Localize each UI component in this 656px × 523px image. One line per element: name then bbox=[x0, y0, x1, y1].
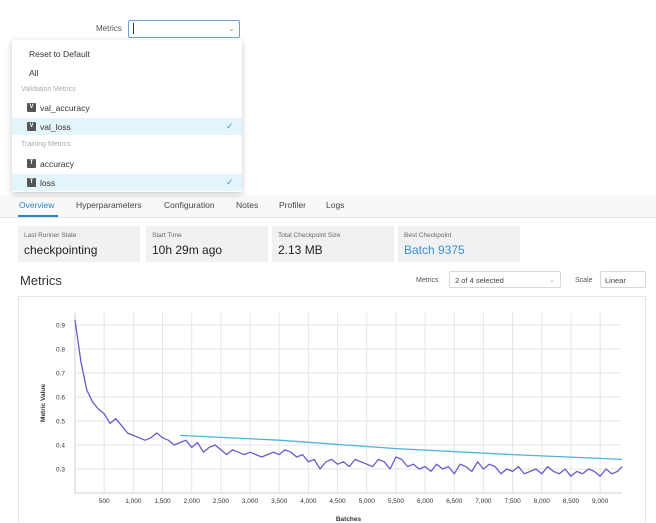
x-tick-label: 1,500 bbox=[154, 498, 171, 505]
y-tick-label: 0.5 bbox=[56, 419, 65, 426]
y-tick-label: 0.6 bbox=[56, 395, 65, 402]
card-best-checkpoint: Best Checkpoint Batch 9375 bbox=[398, 226, 520, 262]
y-tick-label: 0.9 bbox=[56, 323, 65, 330]
metrics-dropdown-menu: Reset to Default All Validation Metrics … bbox=[12, 40, 242, 192]
check-icon: ✓ bbox=[226, 177, 234, 187]
metric-name: val_accuracy bbox=[40, 103, 90, 113]
x-tick-label: 6,000 bbox=[417, 498, 434, 505]
x-tick-label: 9,000 bbox=[592, 498, 609, 505]
metric-option-val-accuracy[interactable]: V val_accuracy bbox=[12, 99, 242, 116]
x-tick-label: 6,500 bbox=[446, 498, 463, 505]
card-value: checkpointing bbox=[24, 243, 98, 257]
x-tick-label: 5,500 bbox=[388, 498, 405, 505]
training-badge-icon: T bbox=[27, 178, 36, 187]
metric-option-val-loss[interactable]: V val_loss ✓ bbox=[12, 118, 242, 135]
x-tick-label: 5,000 bbox=[359, 498, 376, 505]
y-tick-label: 0.4 bbox=[56, 443, 65, 450]
tab-logs[interactable]: Logs bbox=[326, 200, 344, 210]
all-option[interactable]: All bbox=[12, 64, 242, 82]
chart-panel: 500 1,000 1,500 2,000 2,500 3,000 3,500 4,000 4,… bbox=[18, 296, 646, 523]
metric-option-accuracy[interactable]: T accuracy bbox=[12, 155, 242, 172]
x-tick-label: 8,500 bbox=[563, 498, 580, 505]
x-tick-label: 2,000 bbox=[184, 498, 201, 505]
y-axis-title: Metric Value bbox=[40, 384, 47, 422]
active-tab-indicator bbox=[18, 215, 58, 217]
card-last-runner-state: Last Runner State checkpointing bbox=[18, 226, 140, 262]
tab-profiler[interactable]: Profiler bbox=[279, 200, 306, 210]
scale-select-label: Scale bbox=[575, 277, 593, 284]
x-tick-label: 7,500 bbox=[504, 498, 521, 505]
x-tick-label: 7,000 bbox=[475, 498, 492, 505]
group-header-training: Training Metrics bbox=[21, 141, 71, 148]
x-tick-label: 3,000 bbox=[242, 498, 259, 505]
y-tick-label: 0.3 bbox=[56, 467, 65, 474]
metric-name: accuracy bbox=[40, 159, 75, 169]
card-value: 10h 29m ago bbox=[152, 243, 223, 257]
dropdown-metrics-label: Metrics bbox=[96, 24, 122, 33]
metric-name: val_loss bbox=[40, 122, 71, 132]
card-label: Start Time bbox=[152, 232, 182, 239]
x-tick-label: 500 bbox=[99, 498, 110, 505]
group-header-validation: Validation Metrics bbox=[21, 86, 76, 93]
metrics-line-chart: 500 1,000 1,500 2,000 2,500 3,000 3,500 4,000 4,… bbox=[40, 313, 623, 523]
card-start-time: Start Time 10h 29m ago bbox=[146, 226, 268, 262]
x-tick-label: 8,000 bbox=[534, 498, 551, 505]
x-tick-label: 3,500 bbox=[271, 498, 288, 505]
card-total-checkpoint-size: Total Checkpoint Size 2.13 MB bbox=[272, 226, 394, 262]
metrics-select-value: 2 of 4 selected bbox=[455, 276, 504, 285]
validation-badge-icon: V bbox=[27, 122, 36, 131]
best-checkpoint-link[interactable]: Batch 9375 bbox=[404, 243, 465, 257]
metrics-search-input[interactable] bbox=[128, 20, 240, 38]
tab-notes[interactable]: Notes bbox=[236, 200, 258, 210]
series-line-1 bbox=[74, 320, 623, 477]
card-label: Total Checkpoint Size bbox=[278, 232, 341, 239]
metrics-section-title: Metrics bbox=[20, 273, 62, 288]
card-label: Last Runner State bbox=[24, 232, 77, 239]
reset-to-default-option[interactable]: Reset to Default bbox=[12, 45, 242, 63]
validation-badge-icon: V bbox=[27, 103, 36, 112]
card-value: 2.13 MB bbox=[278, 243, 323, 257]
y-tick-label: 0.7 bbox=[56, 371, 65, 378]
y-tick-label: 0.8 bbox=[56, 347, 65, 354]
reset-to-default-label: Reset to Default bbox=[29, 49, 90, 59]
tab-overview[interactable]: Overview bbox=[19, 200, 54, 210]
x-tick-label: 4,000 bbox=[300, 498, 317, 505]
training-badge-icon: T bbox=[27, 159, 36, 168]
card-label: Best Checkpoint bbox=[404, 232, 452, 239]
series-line-2 bbox=[179, 434, 623, 461]
check-icon: ✓ bbox=[226, 121, 234, 131]
x-tick-label: 2,500 bbox=[213, 498, 230, 505]
tab-configuration[interactable]: Configuration bbox=[164, 200, 215, 210]
metric-name: loss bbox=[40, 178, 56, 188]
all-label: All bbox=[29, 68, 39, 78]
x-tick-label: 1,000 bbox=[125, 498, 142, 505]
tab-hyperparameters[interactable]: Hyperparameters bbox=[76, 200, 142, 210]
x-tick-label: 4,500 bbox=[329, 498, 346, 505]
metric-option-loss[interactable]: T loss ✓ bbox=[12, 174, 242, 191]
text-caret bbox=[133, 23, 134, 34]
chevron-down-icon[interactable]: ⌄ bbox=[228, 24, 235, 33]
chevron-down-icon: ⌄ bbox=[549, 277, 555, 284]
scale-select-value: Linear bbox=[605, 276, 626, 285]
metrics-select-label: Metrics bbox=[416, 277, 439, 284]
